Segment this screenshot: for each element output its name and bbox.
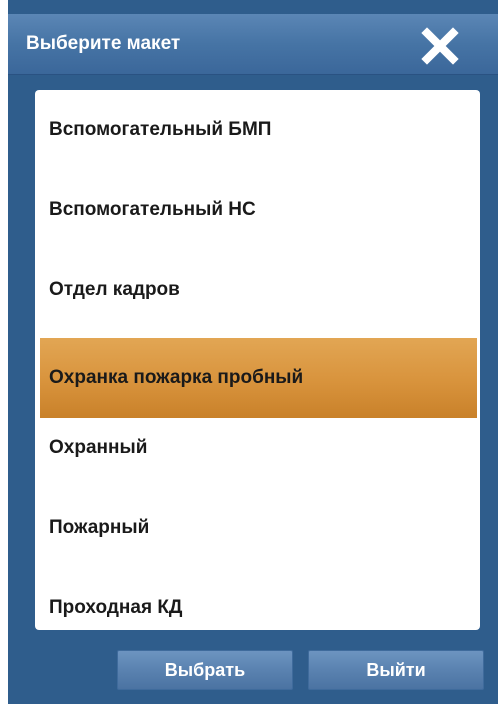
- dialog-title: Выберите макет: [26, 33, 181, 54]
- layout-list-item[interactable]: Пожарный: [35, 488, 480, 568]
- layout-list-item[interactable]: Вспомогательный БМП: [35, 90, 480, 170]
- layout-item-label: Отдел кадров: [49, 279, 180, 300]
- layout-item-label: Вспомогательный НС: [49, 199, 256, 220]
- layout-list-item-selected[interactable]: Охранка пожарка пробный: [40, 338, 477, 418]
- layout-item-label: Проходная КД: [49, 597, 183, 618]
- layout-item-label: Охранный: [49, 437, 148, 458]
- select-button[interactable]: Выбрать: [117, 650, 293, 690]
- dialog-titlebar: Выберите макет: [8, 14, 498, 75]
- layout-item-label: Пожарный: [49, 517, 150, 538]
- layout-list-item[interactable]: Вспомогательный НС: [35, 170, 480, 250]
- layout-list-item[interactable]: Охранный: [35, 408, 480, 488]
- layout-item-label: Охранка пожарка пробный: [49, 367, 304, 388]
- layout-picker-dialog: Выберите макет Вспомогательный БМП Вспом…: [8, 0, 498, 704]
- close-icon: [421, 27, 459, 65]
- layout-list-item[interactable]: Отдел кадров: [35, 250, 480, 330]
- layout-list[interactable]: Вспомогательный БМП Вспомогательный НС О…: [35, 90, 480, 630]
- layout-list-item[interactable]: Проходная КД: [35, 568, 480, 630]
- exit-button[interactable]: Выйти: [308, 650, 484, 690]
- layout-item-label: Вспомогательный БМП: [49, 119, 272, 140]
- close-button[interactable]: [420, 26, 460, 66]
